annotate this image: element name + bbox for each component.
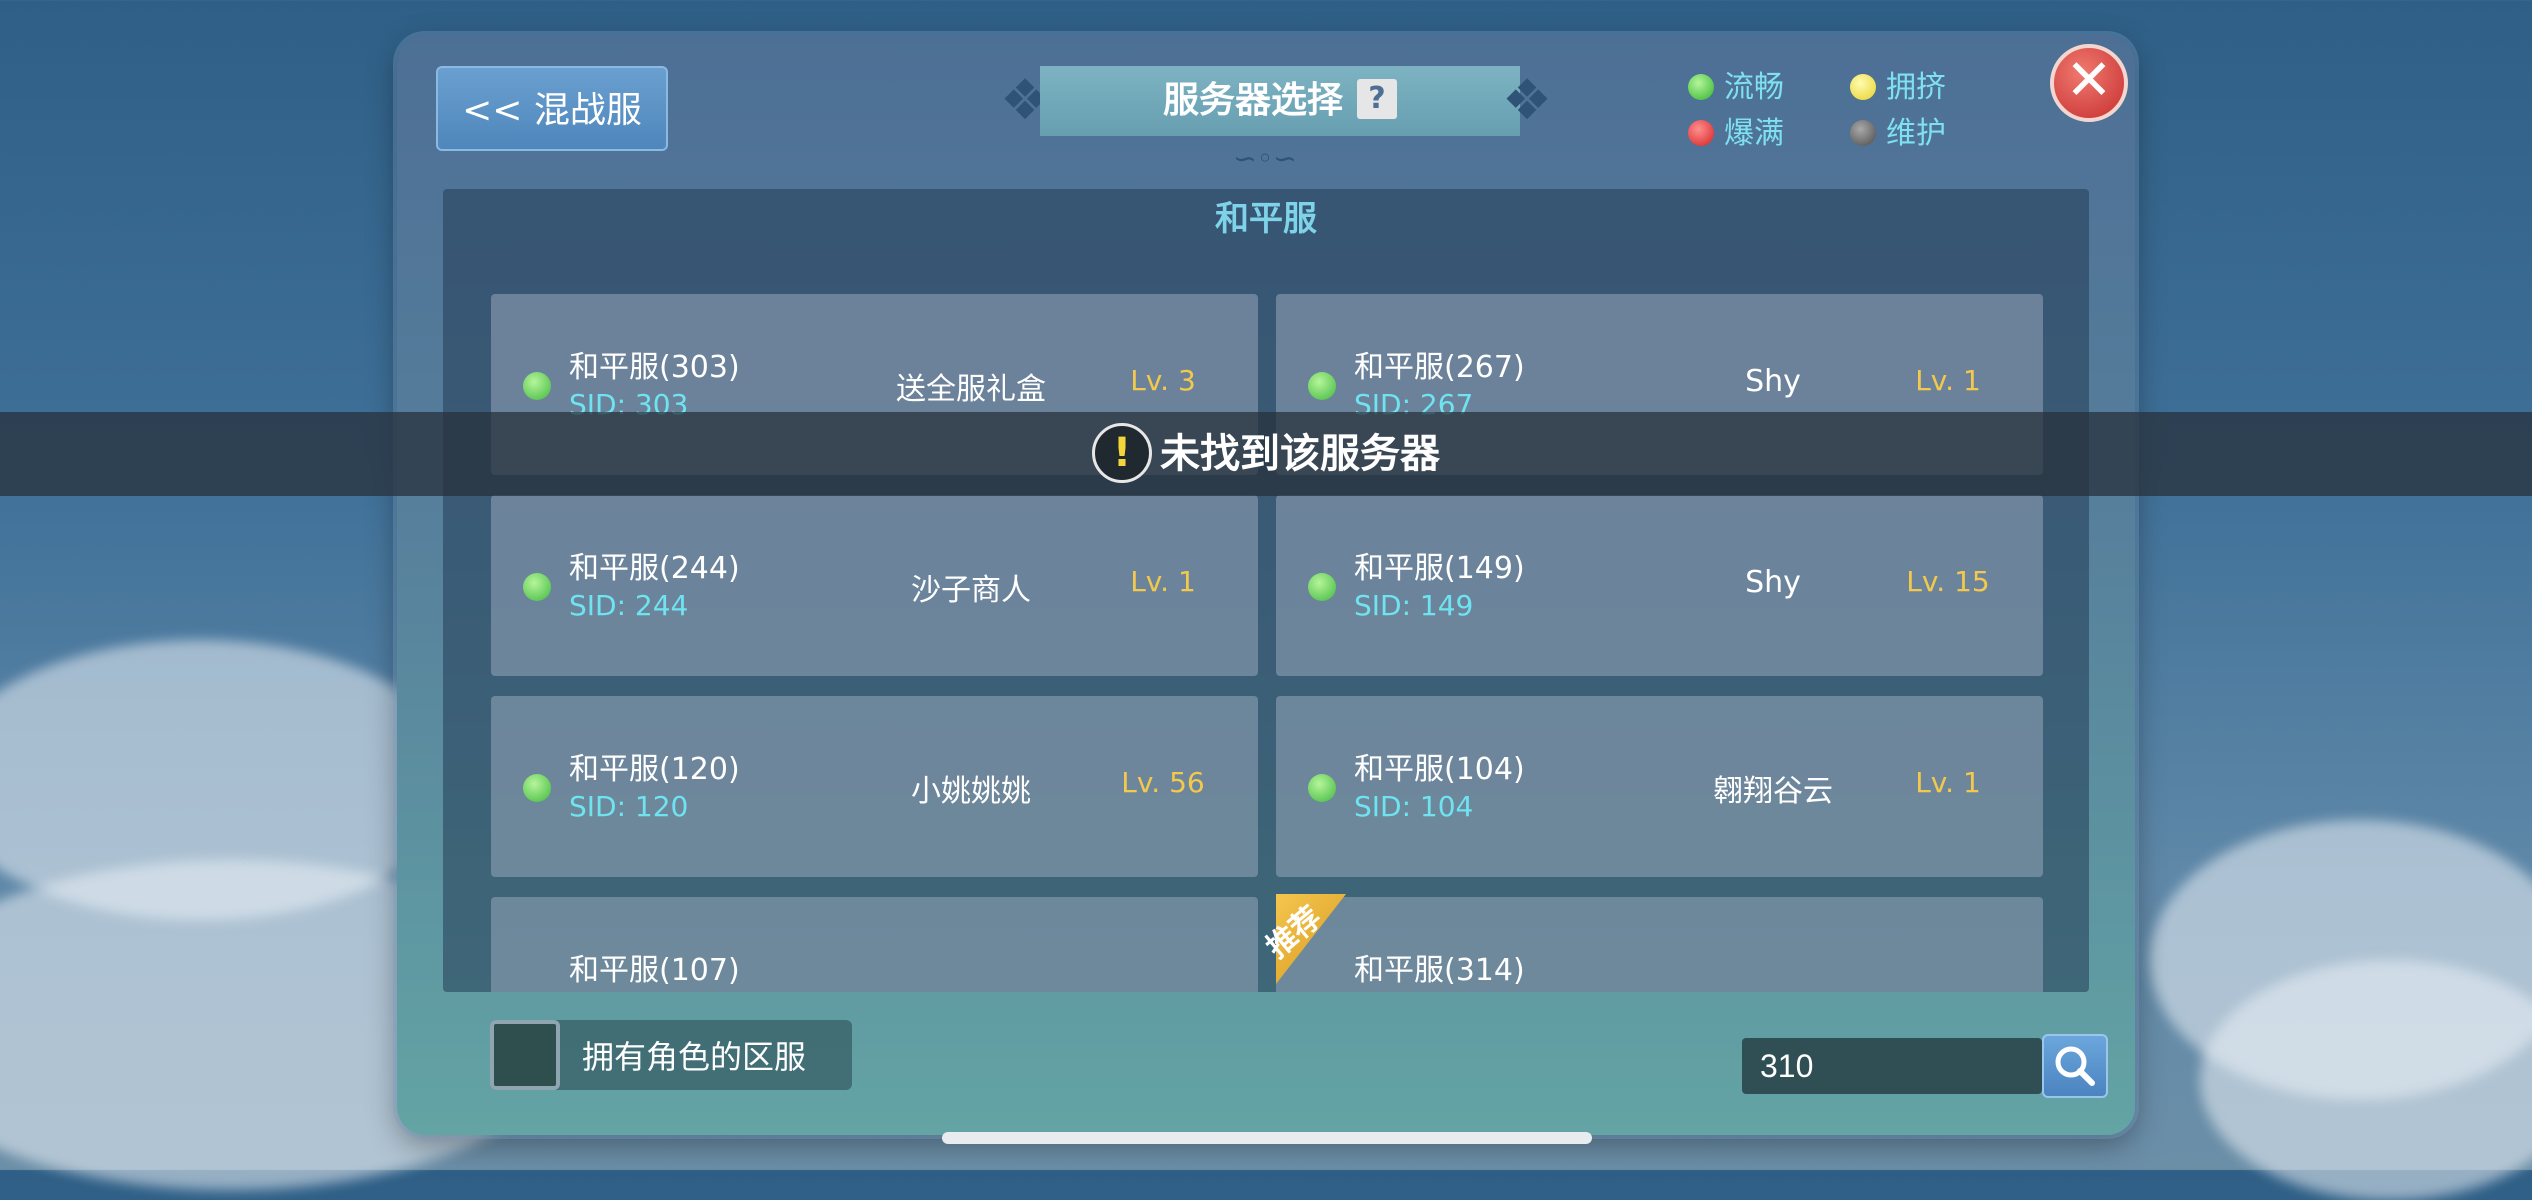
owned-role-label: 拥有角色的区服 (582, 1038, 807, 1076)
home-indicator[interactable] (942, 1132, 1592, 1144)
warning-icon: ! (1092, 423, 1152, 483)
role-name: Shy (1745, 364, 1801, 399)
server-card[interactable]: 和平服(314) (1276, 897, 2043, 992)
role-name: 送全服礼盒 (896, 372, 1046, 407)
close-icon[interactable]: ✕ (2050, 44, 2128, 122)
back-to-mixed-server-button[interactable]: << 混战服 (436, 66, 668, 151)
status-dot-green-icon (523, 573, 551, 601)
role-level: Lv. 1 (1915, 766, 1981, 799)
legend-label: 维护 (1886, 116, 1946, 151)
search-button[interactable] (2042, 1034, 2108, 1098)
title-underline-ornament-icon: ∽◦∽ (1233, 142, 1297, 175)
role-level: Lv. 1 (1130, 565, 1196, 598)
legend-label: 流畅 (1724, 70, 1784, 105)
legend-label: 爆满 (1724, 116, 1784, 151)
status-dot-green-icon (1308, 774, 1336, 802)
legend-item-crowded: 拥挤 (1850, 62, 1946, 106)
page-title: 服务器选择 (1162, 80, 1343, 121)
status-dot-red-icon (1688, 119, 1714, 146)
toast-message: 未找到该服务器 (1160, 431, 1440, 477)
role-level: Lv. 15 (1906, 565, 1990, 598)
legend-item-maintenance: 维护 (1850, 108, 1946, 152)
server-card[interactable]: 和平服(107) (491, 897, 1258, 992)
page-title-bar: 服务器选择? (1040, 66, 1520, 136)
toast-message-bar: ! 未找到该服务器 (0, 412, 2532, 496)
legend-item-full: 爆满 (1688, 108, 1784, 152)
server-name: 和平服(267) (1354, 350, 1525, 385)
status-dot-green-icon (1688, 73, 1714, 100)
role-level: Lv. 3 (1130, 364, 1196, 397)
section-title: 和平服 (1215, 199, 1317, 239)
server-name: 和平服(314) (1354, 953, 1525, 988)
legend-item-smooth: 流畅 (1688, 62, 1784, 106)
server-sid: SID: 244 (569, 589, 689, 622)
server-search-input[interactable] (1742, 1038, 2042, 1094)
server-card[interactable]: 和平服(104) SID: 104 翱翔谷云 Lv. 1 (1276, 696, 2043, 877)
server-sid: SID: 120 (569, 790, 689, 823)
server-name: 和平服(107) (569, 953, 740, 988)
server-name: 和平服(303) (569, 350, 740, 385)
server-name: 和平服(120) (569, 752, 740, 787)
status-dot-yellow-icon (1850, 73, 1876, 100)
status-dot-green-icon (1308, 372, 1336, 400)
role-name: Shy (1745, 565, 1801, 600)
help-icon[interactable]: ? (1357, 79, 1397, 119)
status-dot-green-icon (1308, 573, 1336, 601)
server-name: 和平服(149) (1354, 551, 1525, 586)
server-name: 和平服(244) (569, 551, 740, 586)
legend-label: 拥挤 (1886, 70, 1946, 105)
role-name: 小姚姚姚 (911, 774, 1031, 809)
server-list[interactable]: 和平服 和平服(303) SID: 303 送全服礼盒 Lv. 3 和平服(26… (443, 189, 2089, 992)
server-name: 和平服(104) (1354, 752, 1525, 787)
role-level: Lv. 1 (1915, 364, 1981, 397)
server-card[interactable]: 和平服(120) SID: 120 小姚姚姚 Lv. 56 (491, 696, 1258, 877)
status-dot-green-icon (523, 774, 551, 802)
server-card[interactable]: 和平服(244) SID: 244 沙子商人 Lv. 1 (491, 495, 1258, 676)
owned-role-filter[interactable]: 拥有角色的区服 (490, 1020, 852, 1090)
status-dot-green-icon (523, 372, 551, 400)
server-sid: SID: 149 (1354, 589, 1474, 622)
role-name: 沙子商人 (911, 573, 1031, 608)
search-icon (2055, 1046, 2095, 1086)
owned-role-checkbox[interactable] (490, 1020, 560, 1090)
title-ornament-right-icon: ❖ (1501, 68, 1553, 133)
server-card[interactable]: 和平服(149) SID: 149 Shy Lv. 15 (1276, 495, 2043, 676)
server-sid: SID: 104 (1354, 790, 1474, 823)
role-level: Lv. 56 (1121, 766, 1205, 799)
status-dot-gray-icon (1850, 119, 1876, 146)
role-name: 翱翔谷云 (1713, 774, 1833, 809)
